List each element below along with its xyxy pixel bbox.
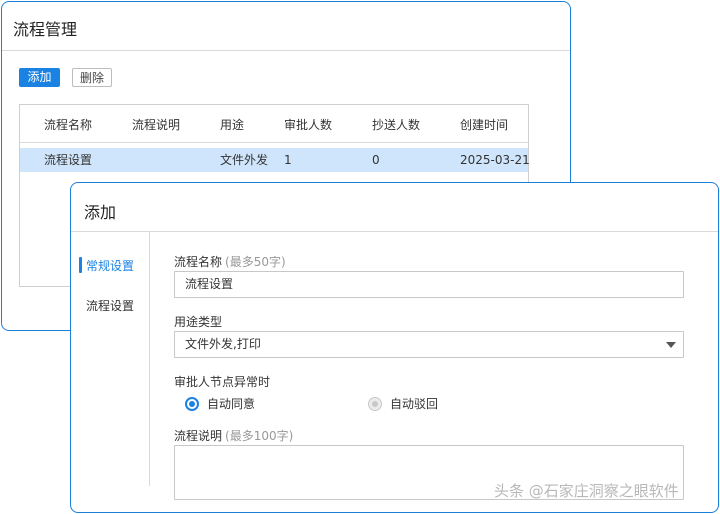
- usage-type-select[interactable]: 文件外发,打印: [174, 331, 684, 358]
- add-dialog: 添加 常规设置 流程设置 流程名称 (最多50字) 流程设置 用途类型 文件外发,…: [70, 182, 719, 513]
- nav-divider: [149, 232, 150, 486]
- cell-cc: 0: [372, 153, 380, 167]
- cell-approvers: 1: [284, 153, 292, 167]
- column-header-created[interactable]: 创建时间: [460, 113, 508, 137]
- process-description-label: 流程说明 (最多100字): [174, 427, 293, 444]
- process-name-label: 流程名称 (最多50字): [174, 253, 286, 270]
- cell-name: 流程设置: [44, 153, 93, 167]
- dialog-title: 添加: [84, 203, 117, 222]
- radio-disabled-icon: [368, 397, 382, 411]
- radio-label: 自动驳回: [390, 397, 439, 411]
- nav-item-flow-settings[interactable]: 流程设置: [86, 297, 134, 314]
- window-title: 流程管理: [13, 20, 78, 39]
- add-button[interactable]: 添加: [19, 68, 60, 87]
- table-header-divider: [20, 142, 528, 143]
- label-hint: (最多50字): [225, 255, 286, 269]
- process-name-input[interactable]: 流程设置: [174, 271, 684, 298]
- label-hint: (最多100字): [225, 429, 294, 443]
- usage-type-value: 文件外发,打印: [185, 337, 261, 351]
- active-indicator: [79, 257, 82, 273]
- label-text: 流程名称: [174, 255, 223, 269]
- nav-item-label: 常规设置: [86, 259, 135, 273]
- caret-down-icon: [666, 342, 676, 348]
- watermark: 头条 @石家庄洞察之眼软件: [494, 482, 679, 500]
- column-header-name[interactable]: 流程名称: [44, 113, 92, 137]
- label-text: 流程说明: [174, 429, 223, 443]
- column-header-cc[interactable]: 抄送人数: [372, 113, 420, 137]
- cell-usage: 文件外发: [220, 153, 269, 167]
- title-divider: [71, 231, 718, 232]
- title-divider: [2, 50, 570, 51]
- nav-item-general-settings[interactable]: 常规设置: [79, 257, 135, 274]
- nav-item-label: 流程设置: [86, 299, 135, 313]
- table-header: 流程名称 流程说明 用途 审批人数 抄送人数 创建时间: [20, 113, 528, 137]
- column-header-approvers[interactable]: 审批人数: [284, 113, 332, 137]
- cell-created: 2025-03-21: [460, 153, 530, 167]
- radio-label: 自动同意: [207, 397, 256, 411]
- abnormal-node-label: 审批人节点异常时: [174, 375, 271, 389]
- usage-type-label: 用途类型: [174, 315, 223, 329]
- table-row[interactable]: 流程设置 文件外发 1 0 2025-03-21: [20, 148, 530, 172]
- radio-checked-icon: [185, 397, 199, 411]
- column-header-description[interactable]: 流程说明: [132, 113, 180, 137]
- column-header-usage[interactable]: 用途: [220, 113, 244, 137]
- delete-button[interactable]: 删除: [72, 68, 112, 87]
